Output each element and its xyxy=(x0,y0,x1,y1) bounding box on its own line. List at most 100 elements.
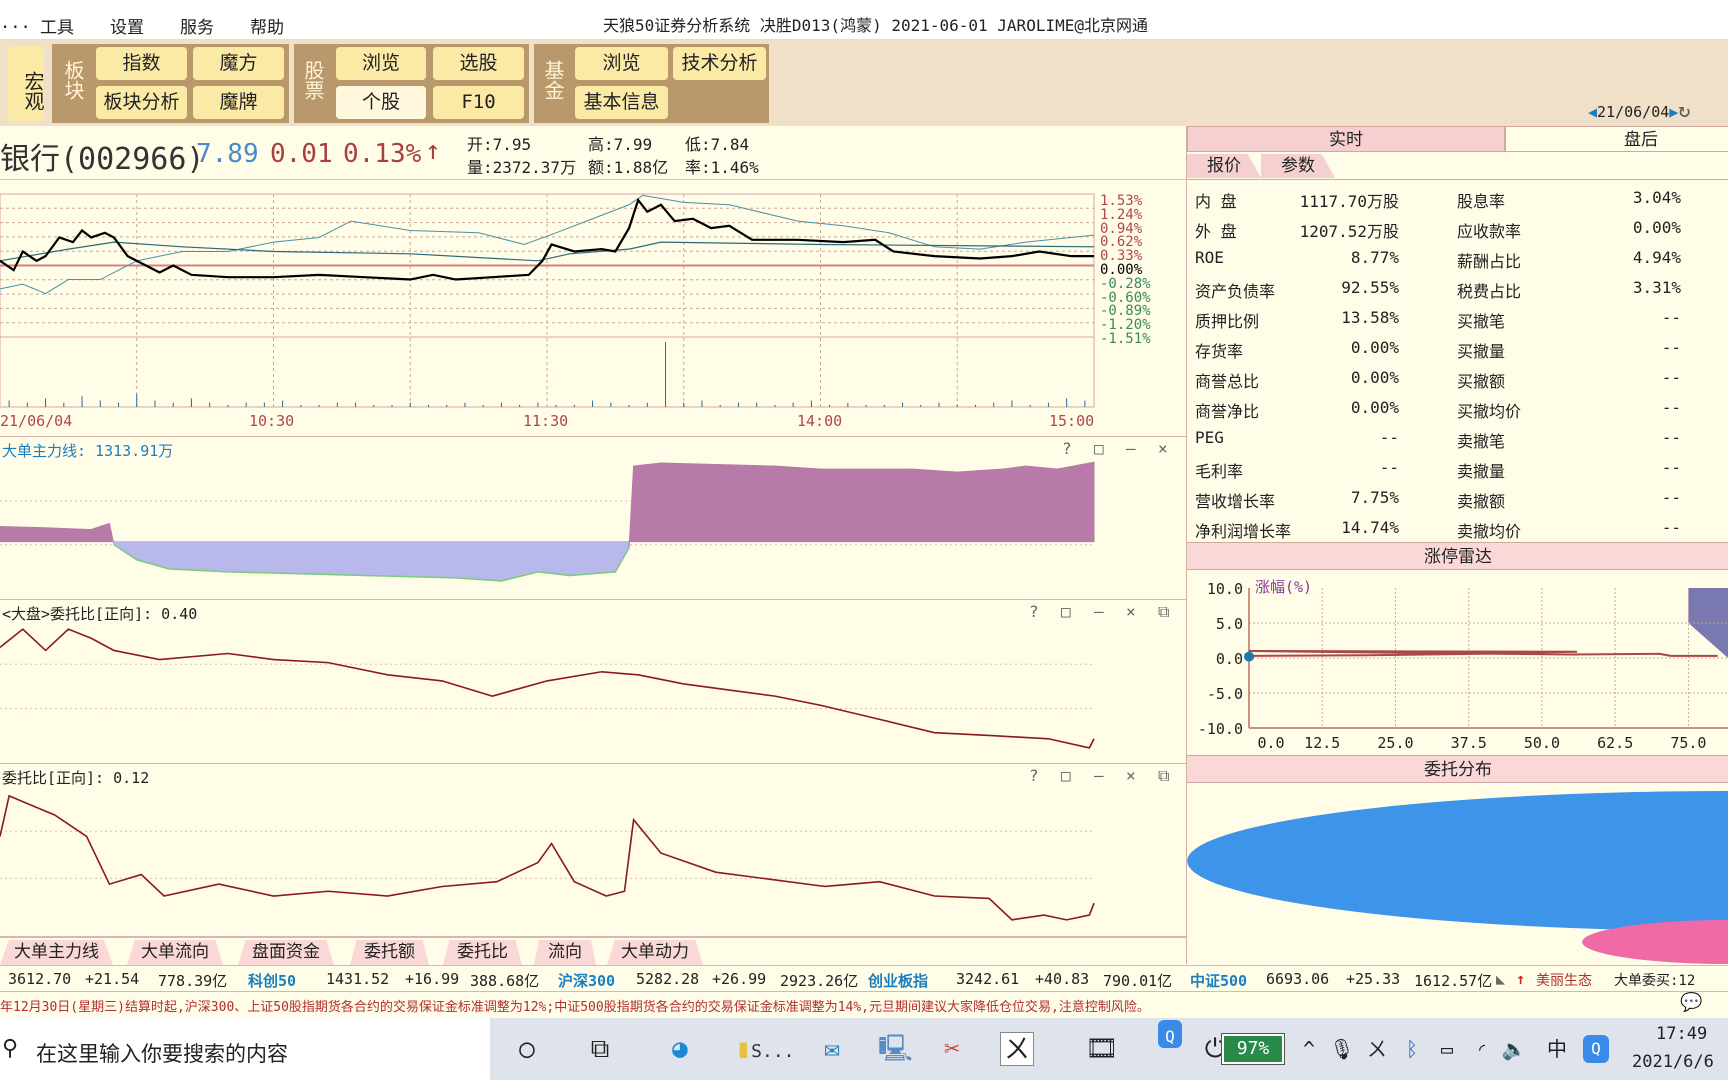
positive-area xyxy=(90,522,110,543)
refresh-icon[interactable]: ↻ xyxy=(1678,98,1690,122)
right-panel: 实时 盘后 报价 参数 内 盘 1117.70万股 股息率 3.04% 外 盘 1207.… xyxy=(1186,126,1728,964)
positive-area xyxy=(633,462,662,543)
menu-item-tools[interactable]: 工具 xyxy=(40,13,74,38)
volume-icon[interactable]: 🔈 xyxy=(1497,1032,1531,1066)
minimize-icon[interactable]: — xyxy=(1126,439,1136,458)
chat-icon[interactable]: 💬 xyxy=(1680,992,1702,1013)
order-ratio-chart[interactable] xyxy=(0,764,1186,937)
market-order-ratio-chart[interactable] xyxy=(0,600,1186,764)
x-tick-label: 0.0 xyxy=(1257,734,1284,752)
tab-big-order-power[interactable]: 大单动力 xyxy=(607,940,703,965)
tray-app-icon[interactable]: ㄨ xyxy=(1360,1032,1394,1066)
param-label: 股息率 xyxy=(1457,192,1506,211)
tab-params[interactable]: 参数 xyxy=(1261,154,1335,178)
tab-market-funds[interactable]: 盘面资金 xyxy=(238,940,334,965)
search-placeholder: 在这里输入你要搜索的内容 xyxy=(36,1042,288,1066)
date-navigator[interactable]: ◀21/06/04▶↻ xyxy=(1588,98,1690,122)
task-view-icon[interactable]: ⧉ xyxy=(583,1032,617,1066)
snipping-tool-icon[interactable]: ✂ xyxy=(935,1032,969,1066)
edge-icon[interactable]: ◕ xyxy=(663,1032,697,1066)
param-value: 8.77% xyxy=(1350,248,1399,267)
prev-date-icon[interactable]: ◀ xyxy=(1588,103,1597,121)
param-value: 1117.70万股 xyxy=(1299,192,1399,211)
close-icon[interactable]: × xyxy=(1158,439,1168,458)
clock-date[interactable]: 2021/6/6 xyxy=(1632,1052,1714,1072)
cortana-icon[interactable]: ○ xyxy=(510,1032,544,1066)
param-value: -- xyxy=(1661,458,1681,477)
wifi-icon[interactable]: ◜ xyxy=(1465,1032,1499,1066)
maximize-icon[interactable]: □ xyxy=(1094,439,1104,458)
mail-icon[interactable]: ✉ xyxy=(815,1032,849,1066)
price-chart[interactable] xyxy=(0,180,1186,437)
help-icon[interactable]: ? xyxy=(1062,439,1072,458)
macro-button[interactable]: 宏观 xyxy=(8,46,45,121)
tab-flow[interactable]: 流向 xyxy=(534,940,596,965)
microphone-icon[interactable]: 🎙 xyxy=(1325,1032,1359,1066)
time-label-1400: 14:00 xyxy=(797,412,843,430)
tab-realtime[interactable]: 实时 xyxy=(1187,126,1505,152)
battery-icon[interactable]: ▭ xyxy=(1430,1032,1464,1066)
index-name-csi500[interactable]: 中证500 xyxy=(1190,970,1247,991)
index-name-hs300[interactable]: 沪深300 xyxy=(558,970,615,991)
index-amount: 388.68亿 xyxy=(470,972,540,990)
tab-big-order-flow[interactable]: 大单流向 xyxy=(127,940,223,965)
basic-info-button[interactable]: 基本信息 xyxy=(575,86,668,119)
tab-order-amount[interactable]: 委托额 xyxy=(350,940,429,965)
tab-quote[interactable]: 报价 xyxy=(1187,154,1261,178)
limit-up-radar-chart[interactable]: 10.0 5.0 0.0 -5.0 -10.0 0.0 12.5 25.0 37.5 50.0 62… xyxy=(1187,570,1728,755)
single-stock-button[interactable]: 个股 xyxy=(336,86,426,119)
bluetooth-icon[interactable]: ᛒ xyxy=(1395,1032,1429,1066)
taskbar-search[interactable]: ⚲ 在这里输入你要搜索的内容 xyxy=(0,1018,490,1080)
index-button[interactable]: 指数 xyxy=(96,47,187,80)
magic-card-button[interactable]: 魔牌 xyxy=(193,86,284,119)
close-icon[interactable]: × xyxy=(1126,766,1136,785)
close-icon[interactable]: × xyxy=(1126,602,1136,621)
tab-main-force-line[interactable]: 大单主力线 xyxy=(0,940,113,965)
menu-item-settings[interactable]: 设置 xyxy=(110,13,144,38)
video-app-icon[interactable]: 🎞 xyxy=(1085,1032,1119,1066)
tianlang-app-icon[interactable]: ㄨ xyxy=(1000,1032,1034,1066)
f10-button[interactable]: F10 xyxy=(433,86,524,119)
open-price: 开:7.95 xyxy=(467,135,532,154)
menu-item-help[interactable]: 帮助 xyxy=(250,13,284,38)
help-icon[interactable]: ? xyxy=(1029,766,1039,785)
qq-icon[interactable]: Q xyxy=(1158,1020,1182,1048)
param-row: 质押比例 13.58% 买撤笔 -- xyxy=(1187,303,1728,333)
minimize-icon[interactable]: — xyxy=(1094,602,1104,621)
order-distribution-chart xyxy=(1187,791,1728,964)
maximize-icon[interactable]: □ xyxy=(1061,602,1071,621)
index-name-star50[interactable]: 科创50 xyxy=(248,970,296,991)
tab-order-ratio[interactable]: 委托比 xyxy=(443,940,522,965)
computer-icon[interactable]: 🖳 xyxy=(878,1032,913,1066)
y-tick-label: 0.0 xyxy=(1216,650,1243,668)
ticker-text[interactable]: 年12月30日(星期三)结算时起,沪深300、上证50股指期货各合约的交易保证金… xyxy=(0,1000,1150,1015)
ime-indicator[interactable]: 中 xyxy=(1540,1032,1574,1066)
menu-item-0[interactable]: ... xyxy=(0,13,31,33)
help-icon[interactable]: ? xyxy=(1029,602,1039,621)
sector-analysis-button[interactable]: 板块分析 xyxy=(96,86,187,119)
magic-cube-button[interactable]: 魔方 xyxy=(193,47,284,80)
popout-icon[interactable]: ⧉ xyxy=(1158,602,1169,622)
battery-indicator[interactable]: 97% xyxy=(1221,1033,1285,1065)
param-label: ROE xyxy=(1195,248,1224,267)
index-name-chinext[interactable]: 创业板指 xyxy=(868,970,928,991)
next-date-icon[interactable]: ▶ xyxy=(1669,103,1678,121)
tab-after-hours[interactable]: 盘后 xyxy=(1505,126,1728,152)
hot-sector[interactable]: 美丽生态 xyxy=(1536,970,1592,990)
fund-browse-button[interactable]: 浏览 xyxy=(575,47,668,80)
file-explorer-icon[interactable]: ▮S... xyxy=(735,1032,795,1066)
qq-tray-icon[interactable]: Q xyxy=(1583,1035,1609,1063)
positive-area xyxy=(1002,465,1027,543)
param-value: -- xyxy=(1661,488,1681,507)
param-row: 资产负债率 92.55% 税费占比 3.31% xyxy=(1187,273,1728,303)
clock-time[interactable]: 17:49 xyxy=(1656,1024,1707,1044)
popout-icon[interactable]: ⧉ xyxy=(1158,766,1169,786)
minimize-icon[interactable]: — xyxy=(1094,766,1104,785)
stock-browse-button[interactable]: 浏览 xyxy=(336,47,426,80)
technical-analysis-button[interactable]: 技术分析 xyxy=(673,47,766,80)
chevron-up-icon[interactable]: ^ xyxy=(1292,1032,1326,1066)
main-force-line-chart[interactable] xyxy=(0,437,1186,600)
menu-item-service[interactable]: 服务 xyxy=(180,13,214,38)
stock-screener-button[interactable]: 选股 xyxy=(433,47,524,80)
maximize-icon[interactable]: □ xyxy=(1061,766,1071,785)
